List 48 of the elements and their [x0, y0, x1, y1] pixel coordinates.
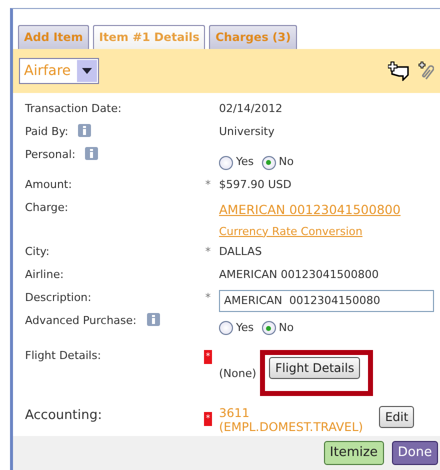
- field-label: Charge:: [25, 200, 68, 216]
- radio-label: No: [278, 154, 294, 170]
- radio-button[interactable]: [219, 321, 233, 335]
- radio-label: Yes: [236, 320, 254, 336]
- info-icon[interactable]: [146, 312, 160, 326]
- required-flag: *: [204, 412, 212, 426]
- field-label: Amount:: [25, 176, 72, 193]
- radio-label: No: [278, 320, 294, 336]
- field-value: DALLAS: [219, 244, 262, 258]
- description-field[interactable]: AMERICAN 0012304150080: [219, 290, 434, 312]
- field-value: $597.90 USD: [219, 178, 292, 191]
- tab[interactable]: Charges (3): [209, 25, 297, 50]
- field-label: Personal:: [25, 147, 76, 164]
- field-label: Flight Details:: [25, 348, 102, 364]
- field-label: Transaction Date:: [25, 101, 122, 118]
- account-value[interactable]: 3611 (EMPL.DOMEST.TRAVEL): [219, 406, 364, 434]
- field-value: 02/14/2012: [219, 102, 282, 116]
- field-label: Paid By:: [25, 124, 68, 140]
- radio-button[interactable]: [262, 321, 276, 335]
- required-flag: *: [204, 350, 212, 364]
- itemize-button[interactable]: Itemize: [324, 441, 384, 465]
- add-attachment-icon[interactable]: [418, 61, 434, 82]
- link[interactable]: AMERICAN 00123041500800: [219, 200, 401, 220]
- field-label: Accounting:: [25, 407, 102, 426]
- field-value: University: [219, 125, 274, 138]
- field-label: City:: [25, 244, 50, 260]
- tab[interactable]: Add Item: [18, 25, 89, 50]
- required-asterisk: *: [205, 178, 211, 191]
- info-icon[interactable]: [78, 124, 92, 138]
- add-note-icon[interactable]: [388, 61, 410, 82]
- field-label: Advanced Purchase:: [25, 312, 136, 329]
- field-label: Description:: [25, 290, 92, 306]
- radio-label: Yes: [236, 154, 254, 170]
- field-label: Airline:: [25, 266, 64, 283]
- expense-type-dropdown[interactable]: Airfare: [19, 58, 99, 84]
- link[interactable]: Currency Rate Conversion: [219, 220, 401, 244]
- done-button[interactable]: Done: [392, 441, 438, 465]
- edit-button[interactable]: Edit: [379, 406, 414, 428]
- field-value: (None): [219, 366, 256, 382]
- info-icon[interactable]: [85, 147, 98, 160]
- radio-button[interactable]: [219, 156, 233, 170]
- radio-button[interactable]: [262, 156, 276, 170]
- flight-details-button[interactable]: Flight Details: [269, 357, 360, 380]
- required-asterisk: *: [205, 290, 211, 304]
- field-value: AMERICAN 00123041500800: [219, 268, 379, 281]
- caret-icon: [82, 68, 92, 74]
- tab[interactable]: Item #1 Details: [92, 25, 206, 50]
- required-asterisk: *: [205, 244, 211, 258]
